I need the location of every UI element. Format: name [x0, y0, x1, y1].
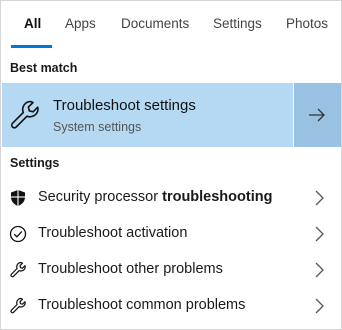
search-results-panel: All Apps Documents Settings Photos Best …: [0, 0, 342, 330]
best-match-title: Troubleshoot settings: [53, 97, 196, 114]
active-tab-indicator: [11, 45, 52, 48]
result-label: Security processor troubleshooting: [38, 189, 273, 205]
chevron-right-icon: [314, 226, 324, 247]
wrench-icon: [9, 261, 27, 279]
arrow-right-icon: [309, 108, 325, 122]
wrench-icon: [9, 297, 27, 315]
result-label: Troubleshoot other problems: [38, 261, 223, 277]
chevron-right-icon: [314, 262, 324, 283]
tab-all[interactable]: All: [24, 16, 41, 31]
tab-apps[interactable]: Apps: [65, 16, 96, 31]
tab-documents[interactable]: Documents: [121, 16, 189, 31]
chevron-right-icon: [314, 298, 324, 319]
wrench-icon: [8, 98, 42, 132]
tab-photos[interactable]: Photos: [286, 16, 328, 31]
result-row-security-processor[interactable]: Security processor troubleshooting: [2, 180, 341, 216]
best-match-header: Best match: [10, 61, 78, 75]
best-match-item[interactable]: Troubleshoot settings System settings: [2, 83, 293, 147]
shield-icon: [9, 189, 27, 207]
result-row-troubleshoot-other[interactable]: Troubleshoot other problems: [2, 252, 341, 288]
chevron-right-icon: [314, 190, 324, 211]
filter-tabs: All Apps Documents Settings Photos: [1, 1, 341, 49]
result-row-troubleshoot-activation[interactable]: Troubleshoot activation: [2, 216, 341, 252]
best-match-subtitle: System settings: [53, 120, 142, 134]
result-label: Troubleshoot common problems: [38, 297, 246, 313]
result-label: Troubleshoot activation: [38, 225, 188, 241]
result-row-troubleshoot-common[interactable]: Troubleshoot common problems: [2, 288, 341, 324]
settings-section-header: Settings: [10, 156, 60, 170]
tab-settings[interactable]: Settings: [213, 16, 262, 31]
open-arrow-button[interactable]: [294, 83, 341, 147]
check-circle-icon: [9, 225, 27, 243]
